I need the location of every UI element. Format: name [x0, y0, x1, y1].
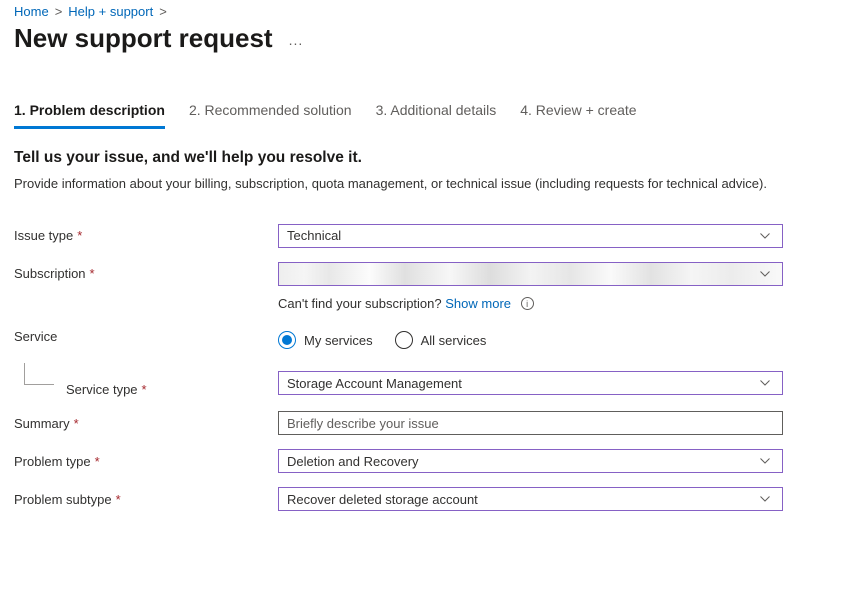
row-problem-type: Problem type * Deletion and Recovery	[14, 449, 852, 473]
label-text: Summary	[14, 416, 70, 431]
breadcrumb-help-support[interactable]: Help + support	[68, 4, 153, 19]
required-icon: *	[74, 416, 79, 431]
label-problem-subtype: Problem subtype *	[14, 492, 278, 507]
radio-all-services[interactable]: All services	[395, 331, 487, 349]
tree-line-icon	[24, 363, 54, 385]
label-text: Subscription	[14, 266, 86, 281]
more-actions-icon[interactable]: ...	[289, 32, 304, 48]
radio-label: My services	[304, 333, 373, 348]
page-title: New support request	[14, 23, 273, 54]
row-summary: Summary *	[14, 411, 852, 435]
required-icon: *	[116, 492, 121, 507]
chevron-down-icon	[756, 488, 774, 510]
breadcrumb: Home > Help + support >	[14, 4, 852, 19]
summary-input[interactable]	[278, 411, 783, 435]
chevron-down-icon	[756, 372, 774, 394]
step-tabs: 1. Problem description 2. Recommended so…	[14, 102, 852, 129]
row-subscription: Subscription *	[14, 262, 852, 286]
service-scope-radio-group: My services All services	[278, 331, 783, 349]
breadcrumb-sep-icon: >	[55, 4, 63, 19]
subscription-select[interactable]	[278, 262, 783, 286]
label-text: Service type	[66, 382, 138, 397]
label-subscription: Subscription *	[14, 266, 278, 281]
required-icon: *	[95, 454, 100, 469]
radio-circle-icon	[278, 331, 296, 349]
indent-tree: Service type *	[14, 375, 147, 397]
tab-problem-description[interactable]: 1. Problem description	[14, 102, 165, 129]
label-problem-type: Problem type *	[14, 454, 278, 469]
problem-type-value: Deletion and Recovery	[287, 454, 419, 469]
radio-dot-icon	[282, 335, 292, 345]
chevron-down-icon	[756, 263, 774, 285]
title-row: New support request ...	[14, 23, 852, 56]
required-icon: *	[142, 382, 147, 397]
label-text: Problem type	[14, 454, 91, 469]
row-service-type: Service type * Storage Account Management	[14, 369, 852, 397]
problem-type-select[interactable]: Deletion and Recovery	[278, 449, 783, 473]
row-problem-subtype: Problem subtype * Recover deleted storage…	[14, 487, 852, 511]
label-text: Issue type	[14, 228, 73, 243]
service-type-value: Storage Account Management	[287, 376, 462, 391]
label-summary: Summary *	[14, 416, 278, 431]
breadcrumb-sep-icon: >	[159, 4, 167, 19]
label-text: Service	[14, 329, 57, 344]
subscription-hint-text: Can't find your subscription?	[278, 296, 445, 311]
row-issue-type: Issue type * Technical	[14, 224, 852, 248]
show-more-link[interactable]: Show more	[445, 296, 511, 311]
problem-subtype-select[interactable]: Recover deleted storage account	[278, 487, 783, 511]
label-issue-type: Issue type *	[14, 228, 278, 243]
tab-review-create[interactable]: 4. Review + create	[520, 102, 636, 129]
issue-type-select[interactable]: Technical	[278, 224, 783, 248]
chevron-down-icon	[756, 450, 774, 472]
radio-label: All services	[421, 333, 487, 348]
radio-circle-icon	[395, 331, 413, 349]
row-service-scope: Service My services All services	[14, 329, 852, 367]
tab-recommended-solution[interactable]: 2. Recommended solution	[189, 102, 352, 129]
label-service: Service	[14, 329, 278, 344]
radio-my-services[interactable]: My services	[278, 331, 373, 349]
breadcrumb-home[interactable]: Home	[14, 4, 49, 19]
required-icon: *	[90, 266, 95, 281]
subscription-hint-row: Can't find your subscription? Show more …	[14, 296, 852, 312]
problem-subtype-value: Recover deleted storage account	[287, 492, 478, 507]
section-heading: Tell us your issue, and we'll help you r…	[14, 149, 852, 167]
chevron-down-icon	[756, 225, 774, 247]
label-service-type: Service type *	[66, 382, 147, 397]
label-service-type-wrap: Service type *	[14, 369, 278, 397]
section-description: Provide information about your billing, …	[14, 175, 794, 194]
label-text: Problem subtype	[14, 492, 112, 507]
support-request-form: Issue type * Technical Subscription *	[14, 224, 852, 512]
tab-additional-details[interactable]: 3. Additional details	[376, 102, 497, 129]
issue-type-value: Technical	[287, 228, 341, 243]
info-icon[interactable]: i	[521, 297, 534, 310]
service-type-select[interactable]: Storage Account Management	[278, 371, 783, 395]
required-icon: *	[77, 228, 82, 243]
